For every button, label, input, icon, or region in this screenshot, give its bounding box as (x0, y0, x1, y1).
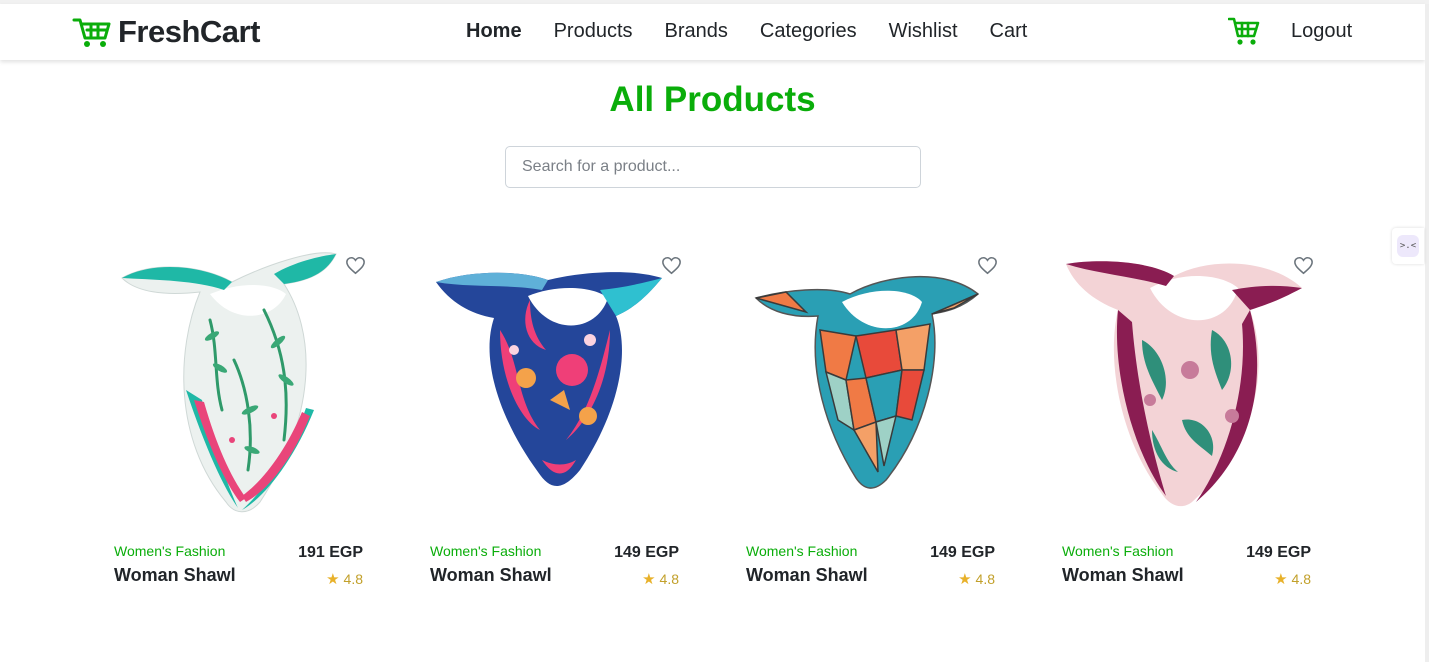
star-icon: ★ (642, 571, 656, 588)
product-card[interactable]: Women's Fashion Woman Shawl 149 EGP ★ 4.… (430, 240, 682, 590)
wishlist-heart-icon[interactable] (977, 256, 998, 275)
main-nav: Home Products Brands Categories Wishlist… (466, 20, 1027, 43)
product-card[interactable]: Women's Fashion Woman Shawl 149 EGP ★ 4.… (746, 240, 998, 590)
product-rating: ★ 4.8 (1274, 570, 1311, 588)
nav-link-categories[interactable]: Categories (760, 20, 857, 43)
nav-link-products[interactable]: Products (554, 20, 633, 43)
product-card[interactable]: Women's Fashion Woman Shawl 191 EGP ★ 4.… (114, 240, 366, 590)
product-image[interactable] (1062, 240, 1311, 520)
scrollbar-track[interactable] (1425, 4, 1429, 662)
nav-link-home[interactable]: Home (466, 20, 522, 43)
brand-name: FreshCart (118, 14, 260, 49)
cart-logo-icon (72, 18, 111, 47)
navbar: FreshCart Home Products Brands Categorie… (0, 4, 1425, 60)
wishlist-heart-icon[interactable] (1293, 256, 1314, 275)
nav-link-wishlist[interactable]: Wishlist (889, 20, 958, 43)
brand-logo[interactable]: FreshCart (72, 14, 260, 50)
nav-actions: Logout (1228, 16, 1352, 46)
wishlist-heart-icon[interactable] (661, 256, 682, 275)
logout-link[interactable]: Logout (1291, 20, 1352, 43)
product-category: Women's Fashion (114, 543, 226, 559)
product-price: 191 EGP (298, 544, 363, 561)
extension-icon: >.< (1397, 235, 1419, 257)
product-rating: ★ 4.8 (326, 570, 363, 588)
shopping-cart-icon[interactable] (1228, 16, 1260, 46)
product-grid: Women's Fashion Woman Shawl 191 EGP ★ 4.… (114, 240, 1314, 590)
nav-link-brands[interactable]: Brands (665, 20, 728, 43)
product-rating: ★ 4.8 (958, 570, 995, 588)
product-image[interactable] (114, 240, 363, 520)
product-price: 149 EGP (614, 544, 679, 561)
star-icon: ★ (958, 571, 972, 588)
product-rating: ★ 4.8 (642, 570, 679, 588)
product-title: Woman Shawl (114, 565, 236, 585)
product-price: 149 EGP (930, 544, 995, 561)
product-card[interactable]: Women's Fashion Woman Shawl 149 EGP ★ 4.… (1062, 240, 1314, 590)
product-category: Women's Fashion (430, 543, 542, 559)
star-icon: ★ (326, 571, 340, 588)
product-title: Woman Shawl (746, 565, 868, 585)
rating-value: 4.8 (1291, 571, 1311, 587)
rating-value: 4.8 (343, 571, 363, 587)
product-category: Women's Fashion (746, 543, 858, 559)
product-category: Women's Fashion (1062, 543, 1174, 559)
product-image[interactable] (746, 240, 995, 520)
search-input[interactable] (505, 146, 921, 188)
product-title: Woman Shawl (1062, 565, 1184, 585)
product-price: 149 EGP (1246, 544, 1311, 561)
star-icon: ★ (1274, 571, 1288, 588)
product-image[interactable] (430, 240, 679, 520)
nav-link-cart[interactable]: Cart (990, 20, 1028, 43)
rating-value: 4.8 (659, 571, 679, 587)
wishlist-heart-icon[interactable] (345, 256, 366, 275)
extension-widget[interactable]: >.< (1392, 228, 1424, 264)
rating-value: 4.8 (975, 571, 995, 587)
product-title: Woman Shawl (430, 565, 552, 585)
page-title: All Products (609, 80, 816, 119)
